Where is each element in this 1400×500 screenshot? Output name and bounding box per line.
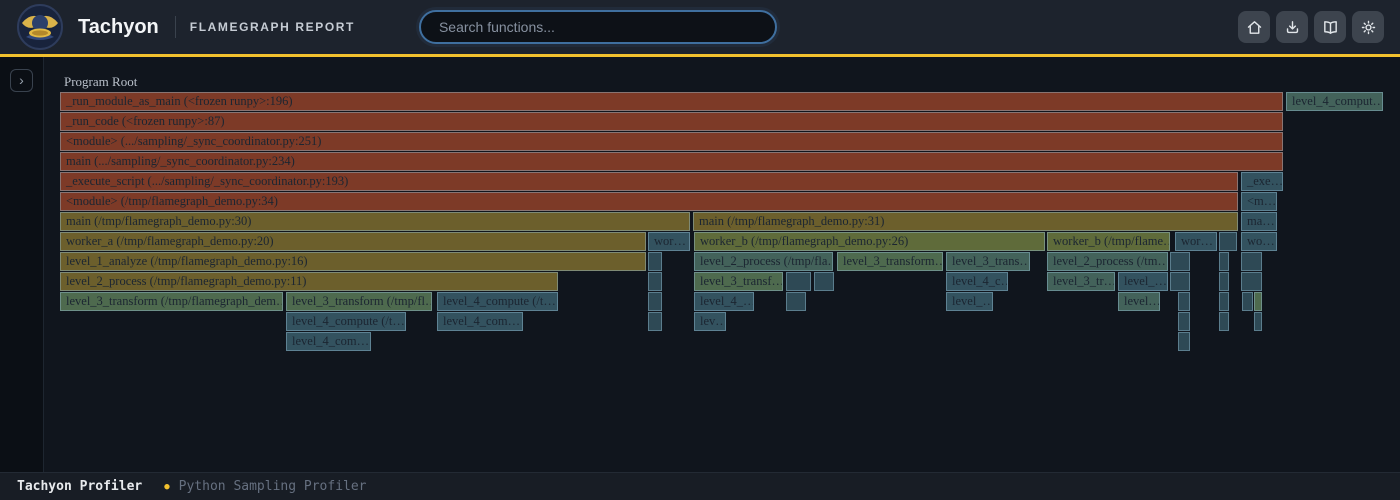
flame-bar[interactable]	[1170, 272, 1190, 291]
flame-bar[interactable]	[1254, 312, 1262, 331]
flame-bar[interactable]: level_…	[1118, 272, 1168, 291]
flame-bar[interactable]	[1219, 252, 1229, 271]
flame-bar[interactable]: <module> (.../sampling/_sync_coordinator…	[60, 132, 1283, 151]
flame-bar[interactable]: level_4_compute (/t…	[437, 292, 558, 311]
flame-bar[interactable]: level_3_tr…	[1047, 272, 1115, 291]
flame-bar[interactable]: wor…	[1175, 232, 1217, 251]
flame-bar[interactable]: level_4_…	[694, 292, 754, 311]
flame-bar[interactable]: level_3_transf…	[694, 272, 783, 291]
flame-bar[interactable]: level_2_process (/tm…	[1047, 252, 1168, 271]
flame-bar[interactable]	[648, 312, 662, 331]
flame-bar[interactable]: level_4_compute (/t…	[286, 312, 406, 331]
flame-bar[interactable]: level_3_transform (/tmp/flamegraph_dem…	[60, 292, 283, 311]
flame-bar[interactable]	[1241, 272, 1262, 291]
flame-bar[interactable]: level…	[1118, 292, 1160, 311]
flame-bar[interactable]	[786, 292, 806, 311]
flame-bar[interactable]: level_1_analyze (/tmp/flamegraph_demo.py…	[60, 252, 646, 271]
flame-bar[interactable]: wo…	[1241, 232, 1277, 251]
flame-bar[interactable]: _execute_script (.../sampling/_sync_coor…	[60, 172, 1238, 191]
flame-bar[interactable]: _exe…	[1241, 172, 1283, 191]
flame-bar[interactable]: level_3_transform (/tmp/fl…	[286, 292, 432, 311]
flame-bar[interactable]	[1178, 292, 1190, 311]
flame-bar[interactable]: level_2_process (/tmp/flamegraph_demo.py…	[60, 272, 558, 291]
flame-bar[interactable]: _run_module_as_main (<frozen runpy>:196)	[60, 92, 1283, 111]
flame-bar[interactable]: main (/tmp/flamegraph_demo.py:31)	[693, 212, 1238, 231]
flame-bar[interactable]	[1219, 292, 1229, 311]
flame-bar[interactable]: level_2_process (/tmp/fla…	[694, 252, 833, 271]
flame-bar[interactable]: <module> (/tmp/flamegraph_demo.py:34)	[60, 192, 1238, 211]
flame-bar[interactable]: level_4_comput…	[1286, 92, 1383, 111]
flame-bar[interactable]	[786, 272, 811, 291]
flamegraph: _run_module_as_main (<frozen runpy>:196)…	[0, 0, 1400, 500]
flame-bar[interactable]: main (.../sampling/_sync_coordinator.py:…	[60, 152, 1283, 171]
footer-subtitle: Python Sampling Profiler	[179, 479, 367, 494]
flame-bar[interactable]	[1219, 312, 1229, 331]
flame-bar[interactable]	[648, 292, 662, 311]
flame-bar[interactable]	[648, 272, 662, 291]
flame-bar[interactable]: worker_a (/tmp/flamegraph_demo.py:20)	[60, 232, 646, 251]
flame-bar[interactable]	[1219, 232, 1237, 251]
flame-bar[interactable]	[814, 272, 834, 291]
flame-bar[interactable]: worker_b (/tmp/flame…	[1047, 232, 1170, 251]
flame-bar[interactable]: _run_code (<frozen runpy>:87)	[60, 112, 1283, 131]
flame-bar[interactable]: lev…	[694, 312, 726, 331]
app-window: Tachyon FLAMEGRAPH REPORT	[0, 0, 1400, 500]
flame-bar[interactable]	[648, 252, 662, 271]
flame-bar[interactable]	[1242, 292, 1253, 311]
status-bar: Tachyon Profiler ● Python Sampling Profi…	[0, 472, 1400, 500]
flame-bar[interactable]	[1170, 252, 1190, 271]
flame-bar[interactable]: level_3_transform…	[837, 252, 943, 271]
flame-bar[interactable]	[1178, 332, 1190, 351]
footer-app-name: Tachyon Profiler	[17, 479, 142, 494]
flame-bar[interactable]: main (/tmp/flamegraph_demo.py:30)	[60, 212, 690, 231]
flame-bar[interactable]	[1241, 252, 1262, 271]
flame-bar[interactable]: level_3_trans…	[946, 252, 1030, 271]
bullet-icon: ●	[164, 482, 169, 492]
flame-bar[interactable]	[1219, 272, 1229, 291]
flame-bar[interactable]	[1178, 312, 1190, 331]
flame-bar[interactable]: level_4_com…	[437, 312, 523, 331]
flame-bar[interactable]: wor…	[648, 232, 690, 251]
flame-bar[interactable]: worker_b (/tmp/flamegraph_demo.py:26)	[694, 232, 1045, 251]
flame-bar[interactable]: ma…	[1241, 212, 1277, 231]
flame-bar[interactable]: level_…	[946, 292, 993, 311]
flame-bar[interactable]	[1254, 292, 1262, 311]
flame-bar[interactable]: level_4_c…	[946, 272, 1008, 291]
flame-bar[interactable]: level_4_com…	[286, 332, 371, 351]
flame-bar[interactable]: <m…	[1241, 192, 1277, 211]
